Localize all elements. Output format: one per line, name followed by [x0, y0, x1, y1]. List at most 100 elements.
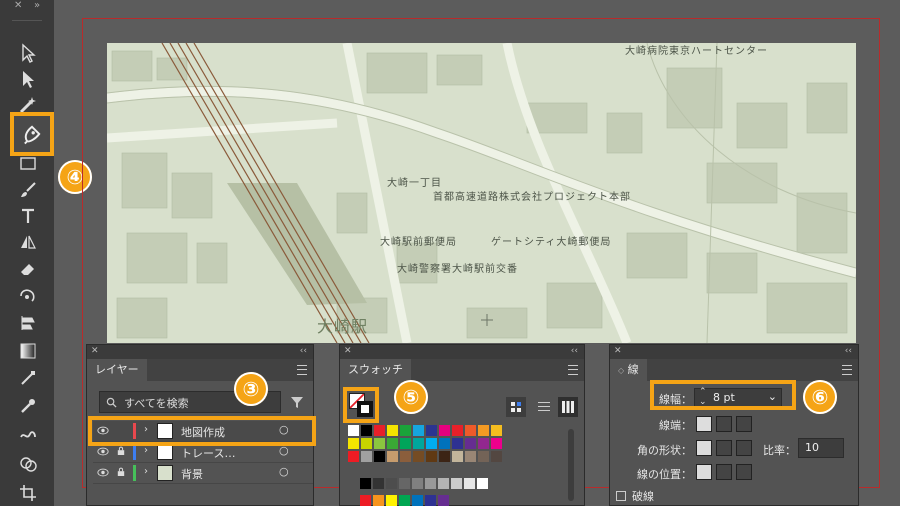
collapse-icon[interactable]: ‹‹: [300, 346, 307, 356]
color-swatch[interactable]: [439, 438, 450, 449]
round-cap-icon[interactable]: [716, 416, 732, 432]
color-swatch[interactable]: [426, 438, 437, 449]
dashed-checkbox[interactable]: [616, 491, 626, 501]
round-join-icon[interactable]: [716, 440, 732, 456]
color-swatch[interactable]: [361, 438, 372, 449]
color-group-swatch[interactable]: [412, 495, 423, 506]
close-icon[interactable]: ✕: [344, 346, 352, 356]
shape-builder-tool-icon[interactable]: [14, 451, 42, 477]
gradient-tool-icon[interactable]: [14, 338, 42, 364]
miter-ratio-field[interactable]: 10: [798, 438, 844, 458]
close-icon[interactable]: ✕: [614, 346, 622, 356]
color-swatch[interactable]: [452, 425, 463, 436]
tab-stroke[interactable]: ◇ 線: [610, 359, 647, 381]
color-swatch[interactable]: [491, 438, 502, 449]
color-group-swatch[interactable]: [360, 495, 371, 506]
color-swatch[interactable]: [374, 425, 385, 436]
eyedropper-tool-icon[interactable]: [14, 393, 42, 419]
blend-tool-icon[interactable]: [14, 365, 42, 391]
show-swatch-kinds-icon[interactable]: [506, 397, 526, 417]
color-swatch[interactable]: [478, 425, 489, 436]
miter-join-icon[interactable]: [696, 440, 712, 456]
color-swatch[interactable]: [348, 438, 359, 449]
color-swatch[interactable]: [465, 451, 476, 462]
type-tool-icon[interactable]: [14, 203, 42, 229]
color-swatch[interactable]: [413, 451, 424, 462]
direct-selection-tool-icon[interactable]: [14, 66, 42, 92]
butt-cap-icon[interactable]: [696, 416, 712, 432]
gray-swatch[interactable]: [386, 478, 397, 489]
color-swatch[interactable]: [452, 438, 463, 449]
target-circle-icon[interactable]: ○: [279, 465, 289, 478]
color-swatch[interactable]: [465, 438, 476, 449]
lock-icon[interactable]: [117, 446, 125, 456]
color-swatch[interactable]: [387, 451, 398, 462]
gray-swatch[interactable]: [373, 478, 384, 489]
color-swatch[interactable]: [361, 451, 372, 462]
layer-row-background[interactable]: › 背景 ○: [93, 463, 313, 484]
color-swatch[interactable]: [374, 438, 385, 449]
gray-swatch[interactable]: [477, 478, 488, 489]
visibility-eye-icon[interactable]: [97, 468, 109, 477]
width-tool-icon[interactable]: [14, 283, 42, 309]
filter-icon[interactable]: [290, 395, 304, 409]
align-inside-icon[interactable]: [716, 464, 732, 480]
map-artwork[interactable]: 大崎病院東京ハートセンター 大崎一丁目 首都高速道路株式会社プロジェクト本部 大…: [107, 43, 856, 343]
gray-swatch[interactable]: [360, 478, 371, 489]
color-swatch[interactable]: [387, 425, 398, 436]
color-swatch[interactable]: [374, 451, 385, 462]
color-swatch[interactable]: [361, 425, 372, 436]
eraser-tool-icon[interactable]: [14, 256, 42, 282]
color-swatch[interactable]: [400, 425, 411, 436]
close-icon[interactable]: ✕: [91, 346, 99, 356]
color-group-swatch[interactable]: [425, 495, 436, 506]
gray-swatch[interactable]: [399, 478, 410, 489]
free-transform-tool-icon[interactable]: [14, 310, 42, 336]
selection-tool-icon[interactable]: [14, 40, 42, 66]
color-swatch[interactable]: [348, 451, 359, 462]
color-swatch[interactable]: [478, 438, 489, 449]
color-swatch[interactable]: [478, 451, 489, 462]
color-swatch[interactable]: [400, 451, 411, 462]
color-swatch[interactable]: [400, 438, 411, 449]
color-group-swatch[interactable]: [386, 495, 397, 506]
lock-icon[interactable]: [117, 467, 125, 477]
color-swatch[interactable]: [439, 425, 450, 436]
rectangle-tool-icon[interactable]: [14, 150, 42, 176]
color-swatch[interactable]: [439, 451, 450, 462]
color-swatch[interactable]: [491, 451, 502, 462]
expand-chevron-icon[interactable]: ›: [144, 445, 148, 456]
color-group-swatch[interactable]: [438, 495, 449, 506]
projecting-cap-icon[interactable]: [736, 416, 752, 432]
list-view-icon[interactable]: [534, 397, 554, 417]
fill-stroke-indicator[interactable]: [343, 387, 379, 423]
symbol-sprayer-tool-icon[interactable]: [14, 422, 42, 448]
collapse-icon[interactable]: ‹‹: [845, 346, 852, 356]
tab-swatches[interactable]: スウォッチ: [340, 359, 411, 381]
gray-swatch[interactable]: [464, 478, 475, 489]
gray-swatch[interactable]: [425, 478, 436, 489]
color-group-swatch[interactable]: [373, 495, 384, 506]
color-swatch[interactable]: [452, 451, 463, 462]
align-center-icon[interactable]: [696, 464, 712, 480]
swatch-scrollbar[interactable]: [568, 429, 574, 501]
panel-menu-icon[interactable]: [568, 365, 578, 375]
color-swatch[interactable]: [348, 425, 359, 436]
reflect-tool-icon[interactable]: [14, 229, 42, 255]
collapse-icon[interactable]: »: [34, 0, 40, 11]
gray-swatch[interactable]: [451, 478, 462, 489]
color-group-swatch[interactable]: [399, 495, 410, 506]
panel-menu-icon[interactable]: [842, 365, 852, 375]
panel-menu-icon[interactable]: [297, 365, 307, 375]
gray-swatch[interactable]: [412, 478, 423, 489]
expand-chevron-icon[interactable]: ›: [144, 466, 148, 477]
color-swatch[interactable]: [387, 438, 398, 449]
align-outside-icon[interactable]: [736, 464, 752, 480]
stroke-black-swatch[interactable]: [357, 401, 373, 417]
gray-swatch[interactable]: [438, 478, 449, 489]
tab-layers[interactable]: レイヤー: [87, 359, 147, 381]
collapse-icon[interactable]: ‹‹: [571, 346, 578, 356]
color-swatch[interactable]: [426, 425, 437, 436]
color-swatch[interactable]: [491, 425, 502, 436]
paintbrush-tool-icon[interactable]: [14, 177, 42, 203]
